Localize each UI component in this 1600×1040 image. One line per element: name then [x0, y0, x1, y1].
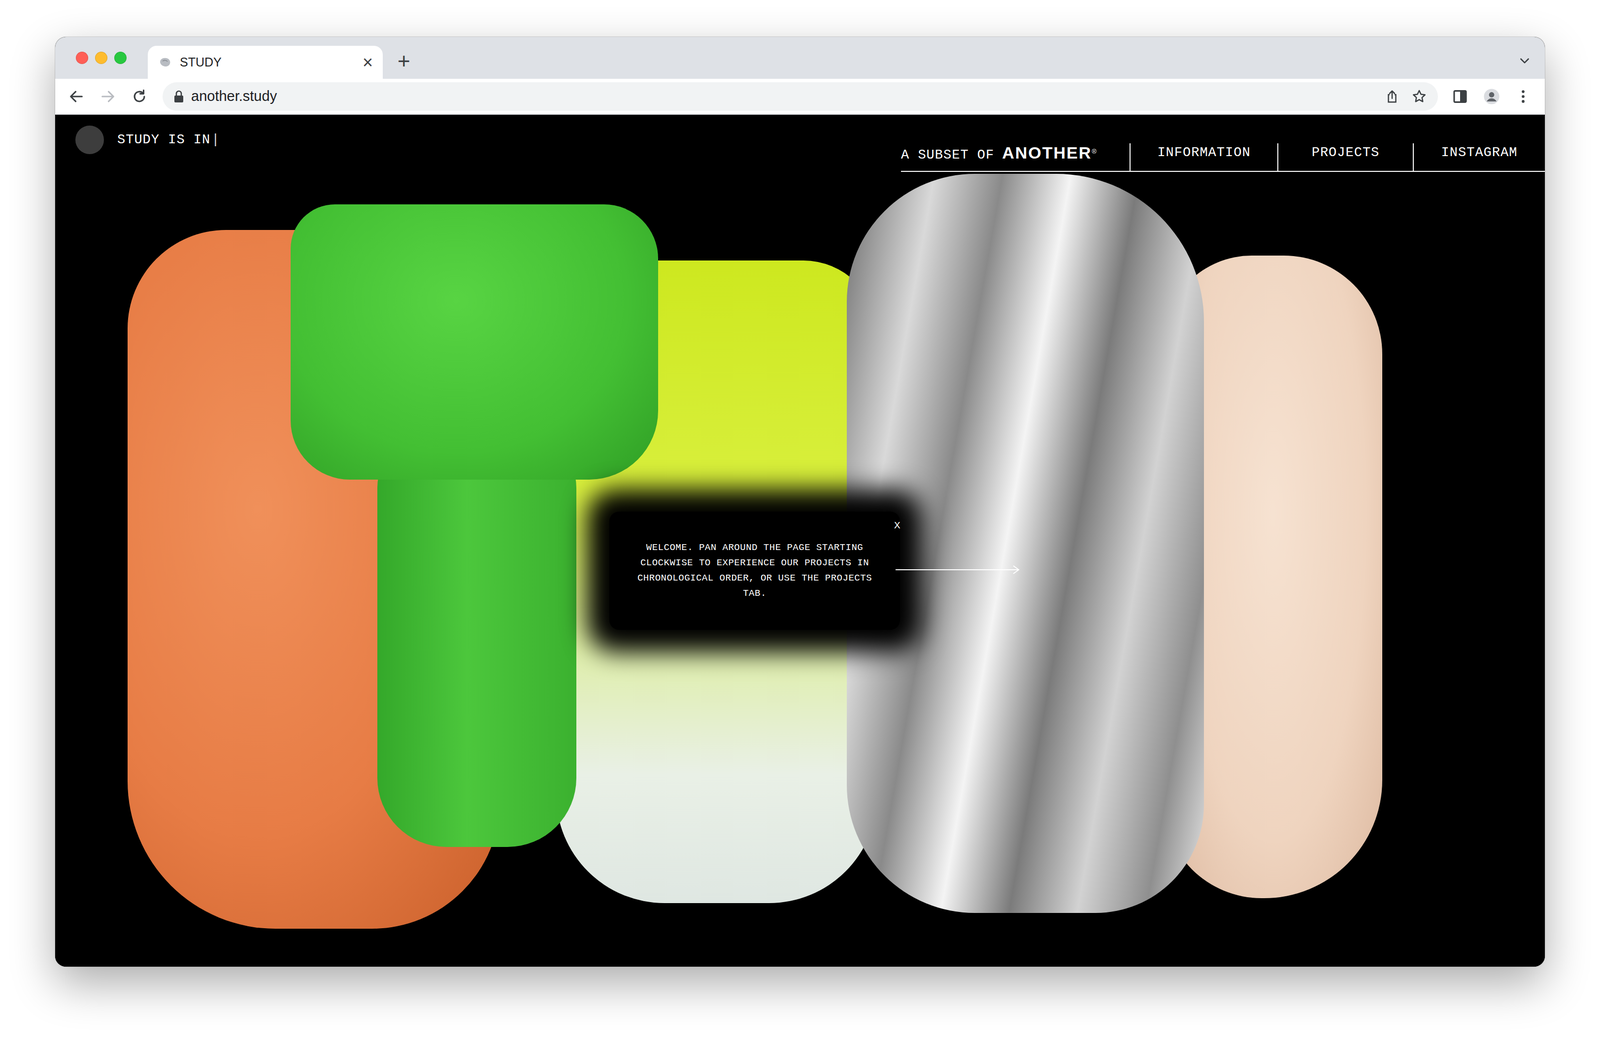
traffic-light[interactable]: [114, 51, 127, 65]
status-indicator: STUDY IS IN|: [55, 114, 220, 172]
traffic-light[interactable]: [75, 51, 89, 65]
back-arrow-icon[interactable]: [67, 88, 85, 105]
traffic-lights: [55, 36, 127, 79]
brand-logo[interactable]: ANOTHER: [1001, 143, 1092, 163]
profile-icon[interactable]: [1483, 88, 1500, 105]
tab-search-button[interactable]: [1518, 54, 1545, 67]
side-panel-icon[interactable]: [1451, 88, 1469, 105]
browser-tab[interactable]: STUDY ×: [147, 45, 383, 79]
star-icon[interactable]: [1411, 88, 1428, 105]
nav-link[interactable]: PROJECTS: [1277, 143, 1413, 171]
brand-link[interactable]: A SUBSET OFANOTHER®: [900, 143, 1130, 171]
share-icon[interactable]: [1384, 89, 1400, 104]
nav-link[interactable]: INSTAGRAM: [1412, 143, 1545, 171]
site-page: STUDY IS IN| A SUBSET OFANOTHER® INFORMA…: [55, 114, 1545, 967]
hero-photo[interactable]: X WELCOME. PAN AROUND THE PAGE STARTING …: [55, 171, 1545, 967]
welcome-popup: X WELCOME. PAN AROUND THE PAGE STARTING …: [609, 511, 900, 631]
address-row: another.study: [55, 78, 1545, 115]
nav-link[interactable]: INFORMATION: [1129, 143, 1278, 171]
forward-arrow-icon[interactable]: [99, 88, 117, 105]
url-text[interactable]: another.study: [191, 85, 277, 108]
browser-window: STUDY × + another.study: [55, 36, 1545, 967]
site-nav: A SUBSET OFANOTHER® INFORMATIONPROJECTSI…: [900, 114, 1545, 172]
tab-title[interactable]: STUDY: [179, 53, 222, 72]
welcome-message: WELCOME. PAN AROUND THE PAGE STARTING CL…: [636, 516, 873, 626]
reload-icon[interactable]: [131, 88, 148, 105]
tab-close-button[interactable]: ×: [362, 53, 373, 72]
chevron-down-icon: [1518, 54, 1532, 67]
text-cursor: |: [211, 132, 220, 148]
traffic-light[interactable]: [95, 51, 108, 65]
close-button[interactable]: X: [894, 520, 901, 532]
address-field[interactable]: another.study: [162, 82, 1438, 111]
sculpture-green: [290, 204, 659, 480]
arrow-right-icon: [895, 564, 1021, 576]
lock-icon: [173, 90, 185, 103]
status-dot: [75, 125, 104, 155]
sculpture-silver: [846, 173, 1204, 914]
site-header: STUDY IS IN| A SUBSET OFANOTHER® INFORMA…: [55, 114, 1545, 172]
tab-strip: STUDY × +: [55, 36, 1545, 79]
sculpture-green-stem: [377, 429, 577, 848]
tab-list: STUDY ×: [147, 45, 383, 79]
favicon-icon: [158, 56, 172, 69]
status-text: STUDY IS IN|: [117, 130, 220, 151]
new-tab-button[interactable]: +: [397, 50, 411, 72]
registered-mark: ®: [1091, 147, 1098, 156]
menu-dots-icon[interactable]: [1514, 88, 1532, 105]
